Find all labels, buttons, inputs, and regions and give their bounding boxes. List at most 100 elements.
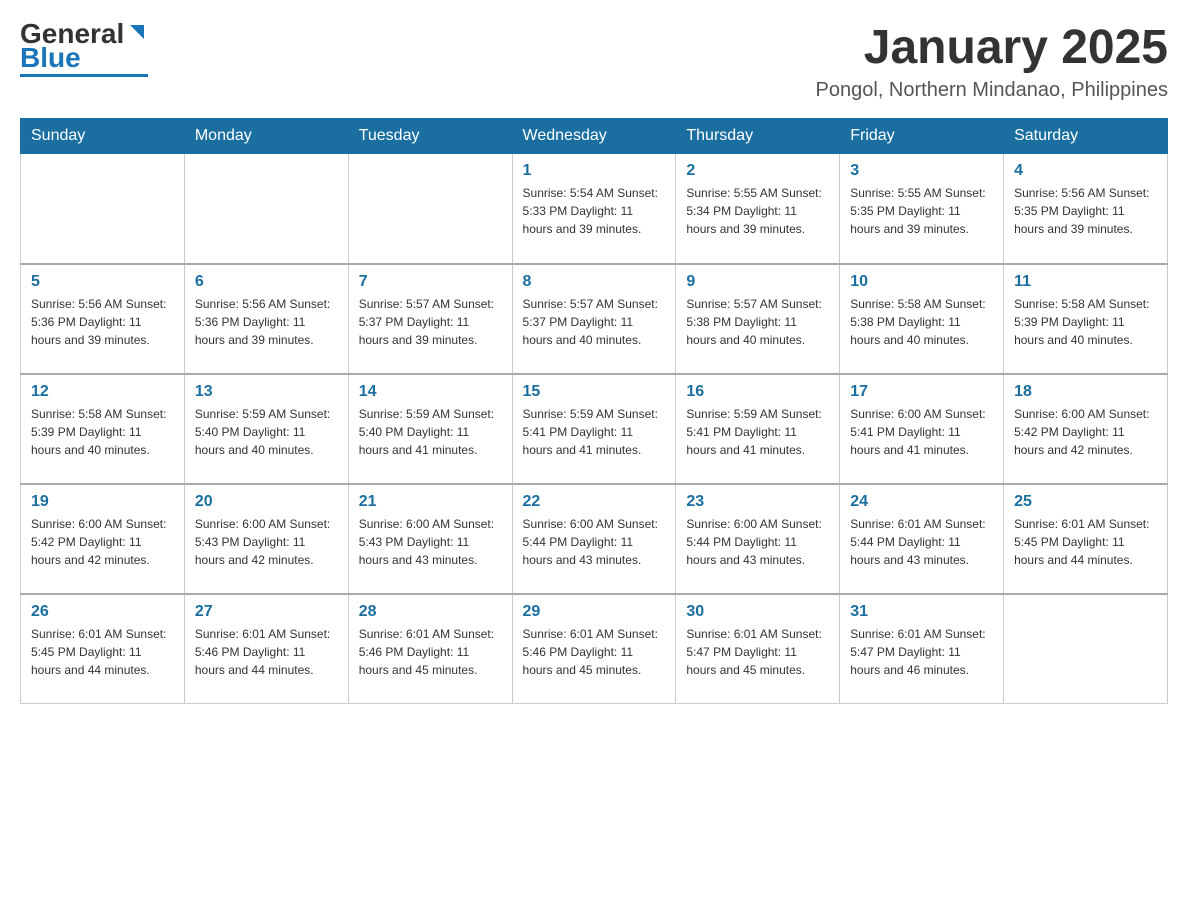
- calendar-cell: 7 Sunrise: 5:57 AM Sunset: 5:37 PM Daylig…: [348, 264, 512, 374]
- calendar-header-row: SundayMondayTuesdayWednesdayThursdayFrid…: [21, 119, 1168, 154]
- day-info: Sunrise: 6:00 AM Sunset: 5:44 PM Dayligh…: [523, 515, 666, 569]
- day-info: Sunrise: 5:57 AM Sunset: 5:38 PM Dayligh…: [686, 295, 829, 349]
- calendar-cell: 5Sunrise: 5:56 AM Sunset: 5:36 PM Daylig…: [21, 264, 185, 374]
- location-title: Pongol, Northern Mindanao, Philippines: [816, 79, 1168, 102]
- day-number: 3: [850, 162, 993, 180]
- calendar-cell: 16 Sunrise: 5:59 AM Sunset: 5:41 PM Dayli…: [676, 374, 840, 484]
- calendar-cell: 28 Sunrise: 6:01 AM Sunset: 5:46 PM Dayli…: [348, 594, 512, 704]
- calendar-cell: 12 Sunrise: 5:58 AM Sunset: 5:39 PM Dayli…: [21, 374, 185, 484]
- calendar-cell: 20Sunrise: 6:00 AM Sunset: 5:43 PM Dayli…: [184, 484, 348, 594]
- calendar-cell: 9 Sunrise: 5:57 AM Sunset: 5:38 PM Daylig…: [676, 264, 840, 374]
- page-header: General Blue January 2025 Pongol, Northe…: [20, 20, 1168, 102]
- day-info: Sunrise: 6:00 AM Sunset: 5:42 PM Dayligh…: [1014, 405, 1157, 459]
- day-number: 16: [686, 383, 829, 401]
- calendar-cell: 17 Sunrise: 6:00 AM Sunset: 5:41 PM Dayli…: [840, 374, 1004, 484]
- calendar-day-header: Friday: [840, 119, 1004, 154]
- calendar-cell: 29 Sunrise: 6:01 AM Sunset: 5:46 PM Dayli…: [512, 594, 676, 704]
- logo-triangle-icon: [126, 21, 148, 43]
- logo-blue: Blue: [20, 44, 81, 72]
- day-number: 23: [686, 493, 829, 511]
- day-info: Sunrise: 6:00 AM Sunset: 5:43 PM Dayligh…: [359, 515, 502, 569]
- day-number: 6: [195, 273, 338, 291]
- day-info: Sunrise: 5:54 AM Sunset: 5:33 PM Dayligh…: [523, 184, 666, 238]
- day-number: 22: [523, 493, 666, 511]
- calendar-day-header: Monday: [184, 119, 348, 154]
- day-number: 30: [686, 603, 829, 621]
- day-info: Sunrise: 6:01 AM Sunset: 5:45 PM Dayligh…: [1014, 515, 1157, 569]
- day-info: Sunrise: 5:58 AM Sunset: 5:38 PM Dayligh…: [850, 295, 993, 349]
- day-number: 26: [31, 603, 174, 621]
- day-number: 28: [359, 603, 502, 621]
- month-title: January 2025: [816, 20, 1168, 75]
- day-info: Sunrise: 5:56 AM Sunset: 5:36 PM Dayligh…: [195, 295, 338, 349]
- day-number: 2: [686, 162, 829, 180]
- day-info: Sunrise: 5:59 AM Sunset: 5:40 PM Dayligh…: [359, 405, 502, 459]
- day-info: Sunrise: 5:57 AM Sunset: 5:37 PM Dayligh…: [359, 295, 502, 349]
- calendar-cell: 31Sunrise: 6:01 AM Sunset: 5:47 PM Dayli…: [840, 594, 1004, 704]
- calendar-day-header: Thursday: [676, 119, 840, 154]
- day-number: 14: [359, 383, 502, 401]
- calendar-cell: 15Sunrise: 5:59 AM Sunset: 5:41 PM Dayli…: [512, 374, 676, 484]
- day-info: Sunrise: 6:01 AM Sunset: 5:46 PM Dayligh…: [359, 625, 502, 679]
- day-info: Sunrise: 6:00 AM Sunset: 5:44 PM Dayligh…: [686, 515, 829, 569]
- day-info: Sunrise: 5:56 AM Sunset: 5:36 PM Dayligh…: [31, 295, 174, 349]
- day-info: Sunrise: 6:01 AM Sunset: 5:44 PM Dayligh…: [850, 515, 993, 569]
- day-number: 25: [1014, 493, 1157, 511]
- calendar-cell: [21, 154, 185, 264]
- day-number: 8: [523, 273, 666, 291]
- day-info: Sunrise: 6:01 AM Sunset: 5:47 PM Dayligh…: [850, 625, 993, 679]
- day-info: Sunrise: 6:01 AM Sunset: 5:45 PM Dayligh…: [31, 625, 174, 679]
- day-number: 21: [359, 493, 502, 511]
- calendar-cell: 11 Sunrise: 5:58 AM Sunset: 5:39 PM Dayli…: [1004, 264, 1168, 374]
- calendar-cell: 22 Sunrise: 6:00 AM Sunset: 5:44 PM Dayli…: [512, 484, 676, 594]
- day-info: Sunrise: 5:55 AM Sunset: 5:35 PM Dayligh…: [850, 184, 993, 238]
- day-info: Sunrise: 5:55 AM Sunset: 5:34 PM Dayligh…: [686, 184, 829, 238]
- day-number: 19: [31, 493, 174, 511]
- calendar-cell: 3 Sunrise: 5:55 AM Sunset: 5:35 PM Daylig…: [840, 154, 1004, 264]
- calendar-cell: [1004, 594, 1168, 704]
- day-info: Sunrise: 5:57 AM Sunset: 5:37 PM Dayligh…: [523, 295, 666, 349]
- calendar-day-header: Wednesday: [512, 119, 676, 154]
- day-number: 12: [31, 383, 174, 401]
- calendar-day-header: Saturday: [1004, 119, 1168, 154]
- calendar-cell: 8 Sunrise: 5:57 AM Sunset: 5:37 PM Daylig…: [512, 264, 676, 374]
- day-number: 10: [850, 273, 993, 291]
- day-number: 11: [1014, 273, 1157, 291]
- calendar-cell: 26 Sunrise: 6:01 AM Sunset: 5:45 PM Dayli…: [21, 594, 185, 704]
- calendar-table: SundayMondayTuesdayWednesdayThursdayFrid…: [20, 118, 1168, 704]
- day-number: 9: [686, 273, 829, 291]
- day-info: Sunrise: 5:59 AM Sunset: 5:41 PM Dayligh…: [523, 405, 666, 459]
- title-section: January 2025 Pongol, Northern Mindanao, …: [816, 20, 1168, 102]
- calendar-cell: 19 Sunrise: 6:00 AM Sunset: 5:42 PM Dayli…: [21, 484, 185, 594]
- day-number: 24: [850, 493, 993, 511]
- day-info: Sunrise: 5:58 AM Sunset: 5:39 PM Dayligh…: [31, 405, 174, 459]
- day-number: 18: [1014, 383, 1157, 401]
- logo: General Blue: [20, 20, 148, 77]
- day-info: Sunrise: 6:01 AM Sunset: 5:46 PM Dayligh…: [523, 625, 666, 679]
- day-number: 17: [850, 383, 993, 401]
- calendar-cell: 2 Sunrise: 5:55 AM Sunset: 5:34 PM Daylig…: [676, 154, 840, 264]
- calendar-cell: 10 Sunrise: 5:58 AM Sunset: 5:38 PM Dayli…: [840, 264, 1004, 374]
- calendar-cell: [348, 154, 512, 264]
- day-info: Sunrise: 6:00 AM Sunset: 5:42 PM Dayligh…: [31, 515, 174, 569]
- calendar-cell: 4Sunrise: 5:56 AM Sunset: 5:35 PM Daylig…: [1004, 154, 1168, 264]
- calendar-day-header: Tuesday: [348, 119, 512, 154]
- calendar-day-header: Sunday: [21, 119, 185, 154]
- calendar-week-row: 12 Sunrise: 5:58 AM Sunset: 5:39 PM Dayli…: [21, 374, 1168, 484]
- day-number: 29: [523, 603, 666, 621]
- calendar-cell: 6 Sunrise: 5:56 AM Sunset: 5:36 PM Daylig…: [184, 264, 348, 374]
- calendar-cell: 1Sunrise: 5:54 AM Sunset: 5:33 PM Daylig…: [512, 154, 676, 264]
- calendar-cell: 25 Sunrise: 6:01 AM Sunset: 5:45 PM Dayli…: [1004, 484, 1168, 594]
- day-info: Sunrise: 5:56 AM Sunset: 5:35 PM Dayligh…: [1014, 184, 1157, 238]
- calendar-cell: 30 Sunrise: 6:01 AM Sunset: 5:47 PM Dayli…: [676, 594, 840, 704]
- logo-underline: [20, 74, 148, 77]
- day-info: Sunrise: 6:00 AM Sunset: 5:41 PM Dayligh…: [850, 405, 993, 459]
- day-info: Sunrise: 6:01 AM Sunset: 5:47 PM Dayligh…: [686, 625, 829, 679]
- day-info: Sunrise: 5:58 AM Sunset: 5:39 PM Dayligh…: [1014, 295, 1157, 349]
- day-info: Sunrise: 5:59 AM Sunset: 5:40 PM Dayligh…: [195, 405, 338, 459]
- calendar-cell: 27Sunrise: 6:01 AM Sunset: 5:46 PM Dayli…: [184, 594, 348, 704]
- day-info: Sunrise: 5:59 AM Sunset: 5:41 PM Dayligh…: [686, 405, 829, 459]
- day-info: Sunrise: 6:00 AM Sunset: 5:43 PM Dayligh…: [195, 515, 338, 569]
- calendar-cell: 18 Sunrise: 6:00 AM Sunset: 5:42 PM Dayli…: [1004, 374, 1168, 484]
- day-number: 7: [359, 273, 502, 291]
